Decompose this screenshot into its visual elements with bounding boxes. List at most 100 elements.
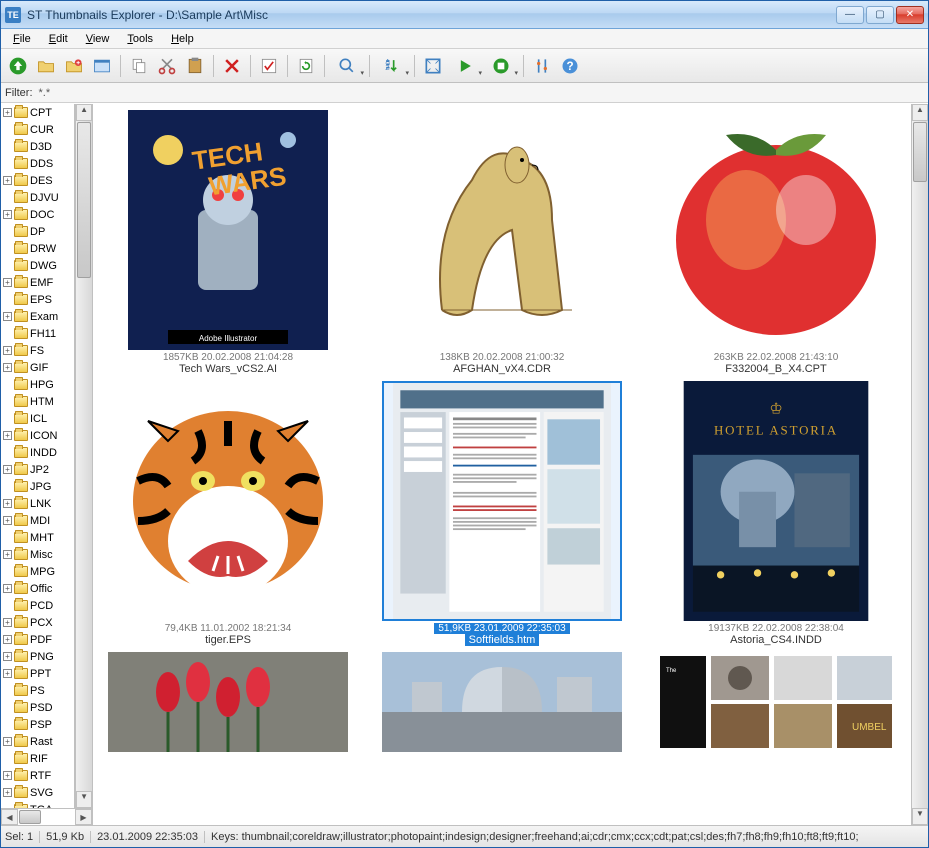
thumbnail-item[interactable]: 263KB 22.02.2008 21:43:10F332004_B_X4.CP… — [649, 110, 903, 375]
expand-icon[interactable]: + — [3, 771, 12, 780]
tree-item[interactable]: MHT — [1, 529, 74, 546]
tree-item[interactable]: +Rast — [1, 733, 74, 750]
tree-item[interactable]: +PPT — [1, 665, 74, 682]
expand-icon[interactable]: + — [3, 516, 12, 525]
delete-icon[interactable] — [219, 53, 245, 79]
menu-view[interactable]: View — [78, 31, 118, 47]
tree-vscrollbar[interactable]: ▲ ▼ — [75, 104, 92, 808]
thumbnail-item[interactable]: 138KB 20.02.2008 21:00:32AFGHAN_vX4.CDR — [375, 110, 629, 375]
expand-icon[interactable] — [3, 720, 12, 729]
expand-icon[interactable] — [3, 193, 12, 202]
scroll-up-icon[interactable]: ▲ — [76, 104, 92, 121]
expand-icon[interactable] — [3, 125, 12, 134]
scroll-thumb[interactable] — [19, 810, 41, 824]
expand-icon[interactable] — [3, 142, 12, 151]
expand-icon[interactable]: + — [3, 550, 12, 559]
thumbnail-item[interactable]: 51,9KB 23.01.2009 22:35:03Softfields.htm — [375, 381, 629, 646]
expand-icon[interactable] — [3, 380, 12, 389]
menu-file[interactable]: File — [5, 31, 39, 47]
fit-icon[interactable] — [420, 53, 446, 79]
tree-item[interactable]: MPG — [1, 563, 74, 580]
new-folder-icon[interactable] — [61, 53, 87, 79]
scroll-left-icon[interactable]: ◀ — [1, 809, 18, 825]
expand-icon[interactable] — [3, 244, 12, 253]
tree-item[interactable]: RIF — [1, 750, 74, 767]
tree-item[interactable]: PSD — [1, 699, 74, 716]
tree-item[interactable]: +PDF — [1, 631, 74, 648]
thumbnail-item[interactable] — [101, 652, 355, 752]
settings-icon[interactable] — [529, 53, 555, 79]
cut-icon[interactable] — [154, 53, 180, 79]
expand-icon[interactable]: + — [3, 635, 12, 644]
tree-hscrollbar[interactable]: ◀ ▶ — [1, 808, 92, 825]
expand-icon[interactable]: + — [3, 788, 12, 797]
tree-item[interactable]: TGA — [1, 801, 74, 808]
thumbnail-item[interactable]: ♔HOTEL ASTORIA19137KB 22.02.2008 22:38:0… — [649, 381, 903, 646]
expand-icon[interactable] — [3, 533, 12, 542]
thumbnail-grid[interactable]: TECHWARSAdobe Illustrator1857KB 20.02.20… — [93, 104, 911, 825]
select-icon[interactable] — [256, 53, 282, 79]
expand-icon[interactable] — [3, 601, 12, 610]
help-icon[interactable]: ? — [557, 53, 583, 79]
zoom-icon[interactable] — [330, 53, 364, 79]
tree-item[interactable]: +PNG — [1, 648, 74, 665]
scroll-down-icon[interactable]: ▼ — [912, 808, 928, 825]
scroll-thumb[interactable] — [913, 122, 927, 182]
tree-item[interactable]: +MDI — [1, 512, 74, 529]
scroll-track[interactable] — [912, 183, 928, 808]
expand-icon[interactable] — [3, 754, 12, 763]
expand-icon[interactable]: + — [3, 618, 12, 627]
minimize-button[interactable]: — — [836, 6, 864, 24]
filter-value[interactable]: *.* — [39, 87, 51, 99]
tree-item[interactable]: DDS — [1, 155, 74, 172]
tree-item[interactable]: +EMF — [1, 274, 74, 291]
stop-icon[interactable] — [484, 53, 518, 79]
tree-item[interactable]: +GIF — [1, 359, 74, 376]
expand-icon[interactable] — [3, 261, 12, 270]
thumbnail-item[interactable] — [375, 652, 629, 752]
scroll-up-icon[interactable]: ▲ — [912, 104, 928, 121]
refresh-icon[interactable] — [293, 53, 319, 79]
tree-item[interactable]: +LNK — [1, 495, 74, 512]
tree-item[interactable]: +JP2 — [1, 461, 74, 478]
play-icon[interactable] — [448, 53, 482, 79]
tree-item[interactable]: FH11 — [1, 325, 74, 342]
thumbnail-item[interactable]: TECHWARSAdobe Illustrator1857KB 20.02.20… — [101, 110, 355, 375]
expand-icon[interactable]: + — [3, 278, 12, 287]
scroll-down-icon[interactable]: ▼ — [76, 791, 92, 808]
explorer-icon[interactable] — [89, 53, 115, 79]
expand-icon[interactable] — [3, 397, 12, 406]
expand-icon[interactable] — [3, 295, 12, 304]
expand-icon[interactable] — [3, 482, 12, 491]
scroll-track[interactable] — [42, 809, 75, 825]
expand-icon[interactable]: + — [3, 669, 12, 678]
tree-item[interactable]: DWG — [1, 257, 74, 274]
tree-item[interactable]: DRW — [1, 240, 74, 257]
tree-item[interactable]: +ICON — [1, 427, 74, 444]
expand-icon[interactable] — [3, 686, 12, 695]
thumbs-vscrollbar[interactable]: ▲ ▼ — [911, 104, 928, 825]
expand-icon[interactable]: + — [3, 176, 12, 185]
tree-item[interactable]: DJVU — [1, 189, 74, 206]
scroll-track[interactable] — [76, 279, 92, 791]
tree-item[interactable]: +SVG — [1, 784, 74, 801]
expand-icon[interactable]: + — [3, 210, 12, 219]
tree-item[interactable]: +PCX — [1, 614, 74, 631]
expand-icon[interactable] — [3, 329, 12, 338]
tree-item[interactable]: +RTF — [1, 767, 74, 784]
expand-icon[interactable]: + — [3, 737, 12, 746]
sort-icon[interactable]: AZ — [375, 53, 409, 79]
menu-tools[interactable]: Tools — [119, 31, 161, 47]
copy-icon[interactable] — [126, 53, 152, 79]
expand-icon[interactable] — [3, 703, 12, 712]
expand-icon[interactable]: + — [3, 584, 12, 593]
expand-icon[interactable]: + — [3, 346, 12, 355]
folder-tree[interactable]: +CPTCURD3DDDS+DESDJVU+DOCDPDRWDWG+EMFEPS… — [1, 104, 75, 808]
tree-item[interactable]: PCD — [1, 597, 74, 614]
tree-item[interactable]: +DOC — [1, 206, 74, 223]
expand-icon[interactable]: + — [3, 431, 12, 440]
tree-item[interactable]: +FS — [1, 342, 74, 359]
maximize-button[interactable]: ▢ — [866, 6, 894, 24]
tree-item[interactable]: EPS — [1, 291, 74, 308]
paste-icon[interactable] — [182, 53, 208, 79]
